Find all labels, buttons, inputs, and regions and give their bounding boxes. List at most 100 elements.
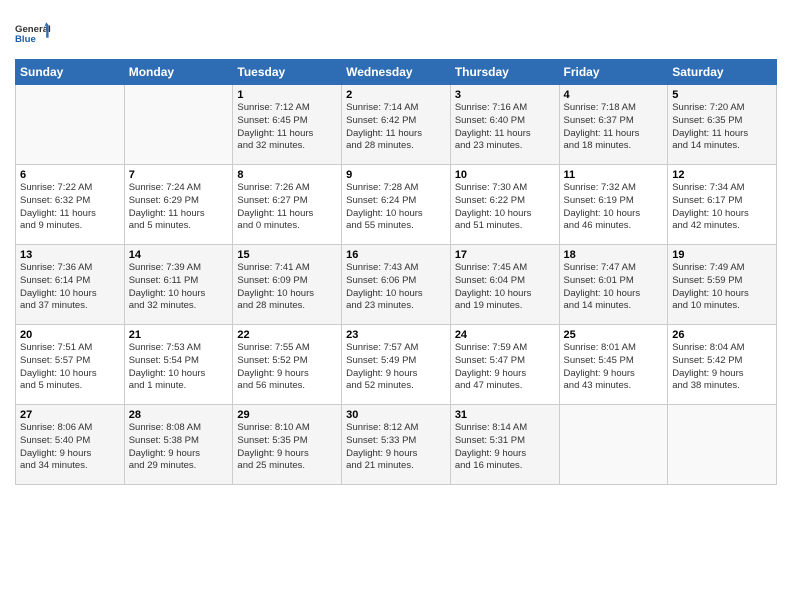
weekday-header: Friday xyxy=(559,60,668,85)
calendar-day-cell: 23Sunrise: 7:57 AM Sunset: 5:49 PM Dayli… xyxy=(342,325,451,405)
calendar-day-cell: 4Sunrise: 7:18 AM Sunset: 6:37 PM Daylig… xyxy=(559,85,668,165)
header: General Blue xyxy=(15,10,777,51)
calendar-day-cell: 16Sunrise: 7:43 AM Sunset: 6:06 PM Dayli… xyxy=(342,245,451,325)
day-info: Sunrise: 7:14 AM Sunset: 6:42 PM Dayligh… xyxy=(346,102,446,153)
day-number: 28 xyxy=(129,409,229,421)
day-info: Sunrise: 7:12 AM Sunset: 6:45 PM Dayligh… xyxy=(237,102,337,153)
day-number: 11 xyxy=(564,169,664,181)
day-info: Sunrise: 7:20 AM Sunset: 6:35 PM Dayligh… xyxy=(672,102,772,153)
day-number: 26 xyxy=(672,329,772,341)
day-number: 19 xyxy=(672,249,772,261)
day-number: 31 xyxy=(455,409,555,421)
day-number: 13 xyxy=(20,249,120,261)
calendar-day-cell xyxy=(668,405,777,485)
day-number: 27 xyxy=(20,409,120,421)
calendar-week-row: 27Sunrise: 8:06 AM Sunset: 5:40 PM Dayli… xyxy=(16,405,777,485)
calendar-day-cell: 22Sunrise: 7:55 AM Sunset: 5:52 PM Dayli… xyxy=(233,325,342,405)
day-number: 21 xyxy=(129,329,229,341)
calendar-table: SundayMondayTuesdayWednesdayThursdayFrid… xyxy=(15,59,777,485)
day-number: 16 xyxy=(346,249,446,261)
day-info: Sunrise: 7:26 AM Sunset: 6:27 PM Dayligh… xyxy=(237,182,337,233)
calendar-day-cell: 29Sunrise: 8:10 AM Sunset: 5:35 PM Dayli… xyxy=(233,405,342,485)
weekday-header: Monday xyxy=(124,60,233,85)
calendar-day-cell: 20Sunrise: 7:51 AM Sunset: 5:57 PM Dayli… xyxy=(16,325,125,405)
logo-svg: General Blue xyxy=(15,15,51,51)
calendar-day-cell: 14Sunrise: 7:39 AM Sunset: 6:11 PM Dayli… xyxy=(124,245,233,325)
day-info: Sunrise: 7:24 AM Sunset: 6:29 PM Dayligh… xyxy=(129,182,229,233)
weekday-header: Wednesday xyxy=(342,60,451,85)
weekday-header: Saturday xyxy=(668,60,777,85)
calendar-day-cell xyxy=(124,85,233,165)
day-number: 15 xyxy=(237,249,337,261)
day-number: 22 xyxy=(237,329,337,341)
day-number: 17 xyxy=(455,249,555,261)
day-info: Sunrise: 7:49 AM Sunset: 5:59 PM Dayligh… xyxy=(672,262,772,313)
calendar-week-row: 20Sunrise: 7:51 AM Sunset: 5:57 PM Dayli… xyxy=(16,325,777,405)
day-info: Sunrise: 8:08 AM Sunset: 5:38 PM Dayligh… xyxy=(129,422,229,473)
calendar-day-cell: 8Sunrise: 7:26 AM Sunset: 6:27 PM Daylig… xyxy=(233,165,342,245)
day-info: Sunrise: 7:30 AM Sunset: 6:22 PM Dayligh… xyxy=(455,182,555,233)
day-info: Sunrise: 8:10 AM Sunset: 5:35 PM Dayligh… xyxy=(237,422,337,473)
calendar-week-row: 1Sunrise: 7:12 AM Sunset: 6:45 PM Daylig… xyxy=(16,85,777,165)
day-info: Sunrise: 7:39 AM Sunset: 6:11 PM Dayligh… xyxy=(129,262,229,313)
svg-text:Blue: Blue xyxy=(15,34,36,45)
day-number: 4 xyxy=(564,89,664,101)
day-number: 10 xyxy=(455,169,555,181)
day-info: Sunrise: 8:14 AM Sunset: 5:31 PM Dayligh… xyxy=(455,422,555,473)
calendar-day-cell: 21Sunrise: 7:53 AM Sunset: 5:54 PM Dayli… xyxy=(124,325,233,405)
day-info: Sunrise: 7:43 AM Sunset: 6:06 PM Dayligh… xyxy=(346,262,446,313)
calendar-day-cell: 30Sunrise: 8:12 AM Sunset: 5:33 PM Dayli… xyxy=(342,405,451,485)
calendar-day-cell: 11Sunrise: 7:32 AM Sunset: 6:19 PM Dayli… xyxy=(559,165,668,245)
calendar-day-cell: 9Sunrise: 7:28 AM Sunset: 6:24 PM Daylig… xyxy=(342,165,451,245)
calendar-day-cell: 19Sunrise: 7:49 AM Sunset: 5:59 PM Dayli… xyxy=(668,245,777,325)
calendar-day-cell: 1Sunrise: 7:12 AM Sunset: 6:45 PM Daylig… xyxy=(233,85,342,165)
day-number: 2 xyxy=(346,89,446,101)
day-info: Sunrise: 7:57 AM Sunset: 5:49 PM Dayligh… xyxy=(346,342,446,393)
day-number: 7 xyxy=(129,169,229,181)
day-number: 3 xyxy=(455,89,555,101)
calendar-day-cell: 6Sunrise: 7:22 AM Sunset: 6:32 PM Daylig… xyxy=(16,165,125,245)
calendar-day-cell: 26Sunrise: 8:04 AM Sunset: 5:42 PM Dayli… xyxy=(668,325,777,405)
day-info: Sunrise: 7:16 AM Sunset: 6:40 PM Dayligh… xyxy=(455,102,555,153)
day-info: Sunrise: 7:55 AM Sunset: 5:52 PM Dayligh… xyxy=(237,342,337,393)
calendar-week-row: 13Sunrise: 7:36 AM Sunset: 6:14 PM Dayli… xyxy=(16,245,777,325)
calendar-day-cell: 28Sunrise: 8:08 AM Sunset: 5:38 PM Dayli… xyxy=(124,405,233,485)
weekday-header: Sunday xyxy=(16,60,125,85)
calendar-day-cell: 5Sunrise: 7:20 AM Sunset: 6:35 PM Daylig… xyxy=(668,85,777,165)
weekday-header: Thursday xyxy=(450,60,559,85)
calendar-day-cell xyxy=(559,405,668,485)
day-number: 29 xyxy=(237,409,337,421)
weekday-header: Tuesday xyxy=(233,60,342,85)
day-info: Sunrise: 8:04 AM Sunset: 5:42 PM Dayligh… xyxy=(672,342,772,393)
day-number: 9 xyxy=(346,169,446,181)
day-info: Sunrise: 7:22 AM Sunset: 6:32 PM Dayligh… xyxy=(20,182,120,233)
day-number: 25 xyxy=(564,329,664,341)
calendar-day-cell: 27Sunrise: 8:06 AM Sunset: 5:40 PM Dayli… xyxy=(16,405,125,485)
calendar-week-row: 6Sunrise: 7:22 AM Sunset: 6:32 PM Daylig… xyxy=(16,165,777,245)
calendar-day-cell xyxy=(16,85,125,165)
day-info: Sunrise: 7:28 AM Sunset: 6:24 PM Dayligh… xyxy=(346,182,446,233)
calendar-day-cell: 3Sunrise: 7:16 AM Sunset: 6:40 PM Daylig… xyxy=(450,85,559,165)
calendar-day-cell: 17Sunrise: 7:45 AM Sunset: 6:04 PM Dayli… xyxy=(450,245,559,325)
calendar-day-cell: 31Sunrise: 8:14 AM Sunset: 5:31 PM Dayli… xyxy=(450,405,559,485)
day-number: 6 xyxy=(20,169,120,181)
day-info: Sunrise: 7:32 AM Sunset: 6:19 PM Dayligh… xyxy=(564,182,664,233)
day-info: Sunrise: 7:36 AM Sunset: 6:14 PM Dayligh… xyxy=(20,262,120,313)
day-info: Sunrise: 7:59 AM Sunset: 5:47 PM Dayligh… xyxy=(455,342,555,393)
day-info: Sunrise: 7:34 AM Sunset: 6:17 PM Dayligh… xyxy=(672,182,772,233)
day-number: 12 xyxy=(672,169,772,181)
day-info: Sunrise: 7:18 AM Sunset: 6:37 PM Dayligh… xyxy=(564,102,664,153)
calendar-day-cell: 15Sunrise: 7:41 AM Sunset: 6:09 PM Dayli… xyxy=(233,245,342,325)
day-number: 30 xyxy=(346,409,446,421)
day-number: 24 xyxy=(455,329,555,341)
day-number: 1 xyxy=(237,89,337,101)
calendar-day-cell: 18Sunrise: 7:47 AM Sunset: 6:01 PM Dayli… xyxy=(559,245,668,325)
calendar-day-cell: 10Sunrise: 7:30 AM Sunset: 6:22 PM Dayli… xyxy=(450,165,559,245)
day-number: 8 xyxy=(237,169,337,181)
day-number: 20 xyxy=(20,329,120,341)
day-info: Sunrise: 8:06 AM Sunset: 5:40 PM Dayligh… xyxy=(20,422,120,473)
calendar-day-cell: 2Sunrise: 7:14 AM Sunset: 6:42 PM Daylig… xyxy=(342,85,451,165)
calendar-day-cell: 13Sunrise: 7:36 AM Sunset: 6:14 PM Dayli… xyxy=(16,245,125,325)
logo: General Blue xyxy=(15,15,51,51)
calendar-day-cell: 7Sunrise: 7:24 AM Sunset: 6:29 PM Daylig… xyxy=(124,165,233,245)
